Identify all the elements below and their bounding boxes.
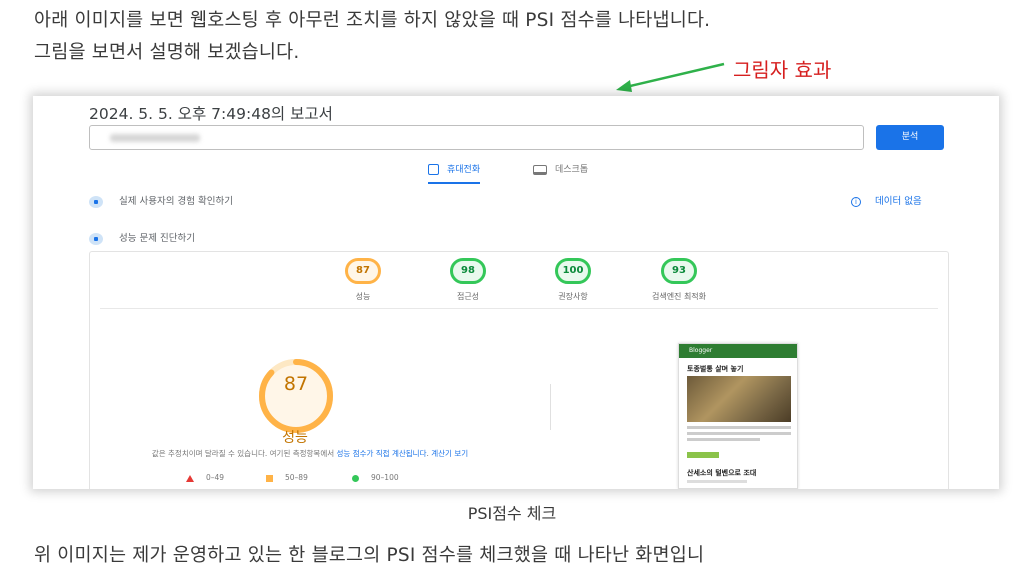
diagnose-section: 성능 문제 진단하기 — [89, 230, 195, 245]
mobile-icon — [428, 164, 439, 175]
score-gauges: 87 성능 98 접근성 100 권장사항 93 검색엔진 최적화 — [90, 258, 948, 308]
info-icon: i — [851, 196, 861, 207]
score-legend: 0–49 50–89 90–100 — [186, 473, 486, 487]
gauge-best-practices-score: 100 — [555, 258, 591, 284]
field-data-heading: 실제 사용자의 경험 확인하기 — [119, 196, 233, 207]
tab-desktop-label: 데스크톱 — [555, 165, 589, 175]
tab-mobile[interactable]: 휴대전화 — [428, 162, 481, 184]
preview-next-title: 산세소의 털벤으로 조대 — [687, 469, 757, 477]
psi-report-screenshot: 2024. 5. 5. 오후 7:49:48의 보고서 분석 휴대전화 데스크톱… — [33, 96, 999, 489]
gauge-performance[interactable]: 87 성능 — [323, 258, 403, 302]
legend-fail: 0–49 — [186, 473, 224, 482]
scores-panel: 87 성능 98 접근성 100 권장사항 93 검색엔진 최적화 87 성능 … — [89, 251, 949, 489]
figure-caption: PSI점수 체크 — [467, 504, 557, 523]
legend-pass: 90–100 — [352, 473, 399, 482]
preview-brand: Blogger — [689, 347, 713, 354]
blurred-url — [110, 134, 200, 142]
no-data-label: 데이터 없음 — [875, 196, 922, 207]
estimate-note: 값은 추정치이며 달라질 수 있습니다. 여기된 측정항목에서 성능 점수가 직… — [145, 448, 475, 460]
preview-photo — [687, 376, 791, 422]
vertical-divider — [550, 384, 551, 430]
diagnose-heading: 성능 문제 진단하기 — [119, 233, 195, 244]
device-tabs: 휴대전화 데스크톱 — [428, 158, 628, 186]
gauge-best-practices[interactable]: 100 권장사항 — [533, 258, 613, 302]
gauge-accessibility-label: 접근성 — [456, 292, 480, 301]
no-data-link[interactable]: i 데이터 없음 — [851, 193, 922, 207]
preview-sub-line — [687, 480, 747, 483]
gauge-performance-label: 성능 — [355, 292, 371, 301]
tab-mobile-label: 휴대전화 — [447, 165, 481, 175]
gauge-seo-score: 93 — [661, 258, 697, 284]
intro-paragraph-line-1: 아래 이미지를 보면 웹호스팅 후 아무런 조치를 하지 않았을 때 PSI 점… — [34, 10, 711, 31]
legend-average: 50–89 — [266, 473, 308, 482]
legend-average-range: 50–89 — [285, 473, 308, 482]
triangle-icon — [186, 474, 194, 482]
gauge-best-practices-label: 권장사항 — [558, 292, 588, 301]
performance-big-score: 87 — [283, 373, 309, 395]
gauge-seo[interactable]: 93 검색엔진 최적화 — [639, 258, 719, 302]
legend-fail-range: 0–49 — [206, 473, 225, 482]
gauge-seo-label: 검색엔진 최적화 — [651, 292, 707, 301]
tab-desktop[interactable]: 데스크톱 — [533, 162, 588, 182]
analyze-button[interactable]: 분석 — [876, 125, 944, 150]
closing-paragraph: 위 이미지는 제가 운영하고 있는 한 블로그의 PSI 점수를 체크했을 때 … — [34, 545, 705, 566]
square-icon — [266, 474, 273, 482]
panel-divider — [100, 308, 938, 309]
annotation-arrow-icon — [616, 62, 725, 92]
preview-button — [687, 452, 719, 458]
circle-icon — [352, 474, 359, 482]
calculator-link[interactable]: 계산기 보기 — [431, 449, 468, 458]
field-data-section: 실제 사용자의 경험 확인하기 — [89, 193, 233, 208]
desktop-icon — [533, 164, 547, 175]
intro-paragraph-line-2: 그림을 보면서 설명해 보겠습니다. — [34, 42, 300, 63]
gauge-performance-score: 87 — [345, 258, 381, 284]
score-calc-link[interactable]: 성능 점수가 직접 계산됩니다 — [337, 449, 427, 458]
preview-post-title: 토종벌통 살며 놓기 — [687, 365, 744, 373]
report-title: 2024. 5. 5. 오후 7:49:48의 보고서 — [89, 105, 333, 123]
page-preview-thumbnail: Blogger 토종벌통 살며 놓기 산세소의 털벤으로 조대 — [678, 343, 798, 489]
gauge-accessibility-score: 98 — [450, 258, 486, 284]
performance-big-gauge: 87 — [242, 356, 350, 436]
preview-text-lines — [687, 426, 791, 444]
users-icon — [89, 195, 103, 208]
shadow-effect-annotation: 그림자 효과 — [733, 58, 832, 82]
gauge-accessibility[interactable]: 98 접근성 — [428, 258, 508, 302]
performance-big-label: 성능 — [282, 430, 308, 446]
url-input[interactable] — [89, 125, 864, 150]
preview-header: Blogger — [679, 344, 797, 358]
note-prefix: 값은 추정치이며 달라질 수 있습니다. 여기된 측정항목에서 — [151, 449, 337, 458]
lab-icon — [89, 232, 103, 245]
legend-pass-range: 90–100 — [371, 473, 399, 482]
